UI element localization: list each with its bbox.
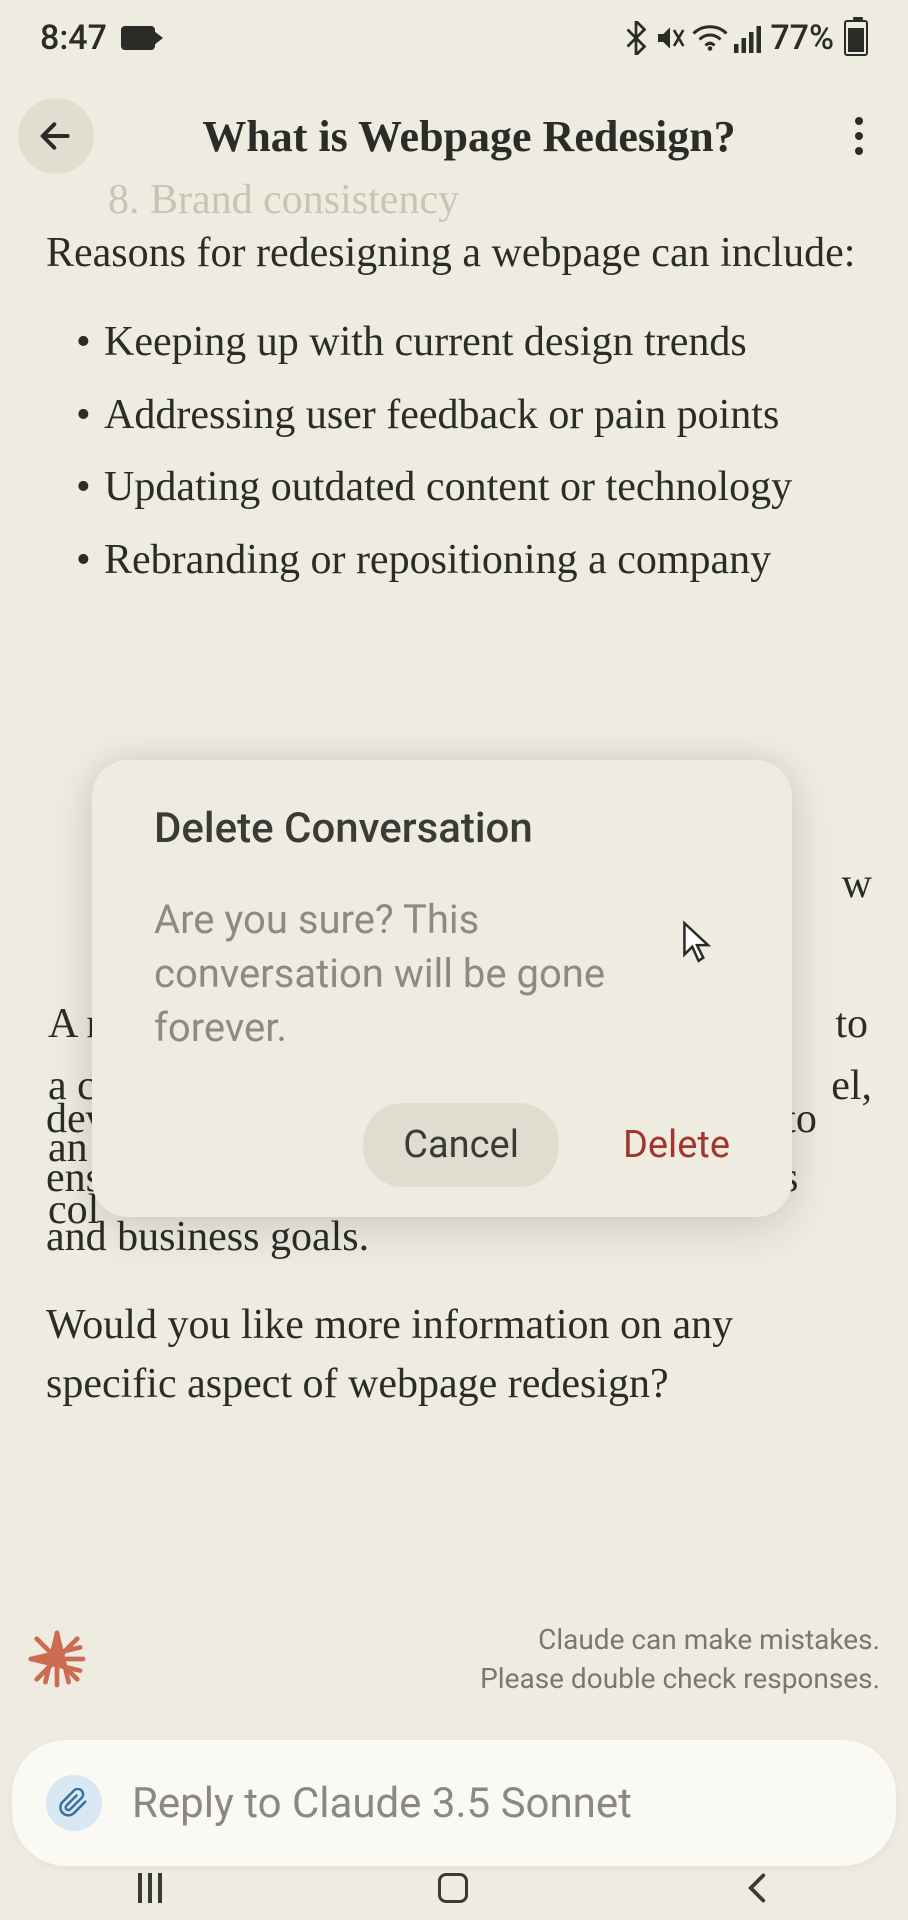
list-item: Updating outdated content or technology <box>76 458 862 517</box>
dialog-body: Are you sure? This conversation will be … <box>154 893 756 1055</box>
nav-recent-button[interactable] <box>138 1873 162 1903</box>
disclaimer-text: Claude can make mistakes. Please double … <box>480 1620 880 1698</box>
mute-icon <box>654 22 686 54</box>
bg-fragment: col <box>48 1186 99 1234</box>
back-button[interactable] <box>18 98 94 174</box>
reply-input-bar[interactable]: Reply to Claude 3.5 Sonnet <box>12 1740 896 1866</box>
wifi-icon <box>692 23 728 53</box>
content-question: Would you like more information on any s… <box>46 1296 862 1414</box>
delete-button[interactable]: Delete <box>597 1103 756 1187</box>
disclaimer-line: Claude can make mistakes. <box>480 1620 880 1659</box>
paperclip-icon <box>59 1788 89 1818</box>
delete-conversation-dialog: Delete Conversation Are you sure? This c… <box>92 760 792 1217</box>
nav-back-button[interactable] <box>744 1873 770 1903</box>
mouse-cursor-icon <box>680 920 714 964</box>
android-nav-bar <box>0 1856 908 1920</box>
bluetooth-icon <box>624 21 648 55</box>
cancel-button[interactable]: Cancel <box>363 1103 559 1187</box>
bg-fragment: to <box>835 1000 868 1048</box>
dialog-actions: Cancel Delete <box>154 1103 756 1187</box>
status-right: 77% <box>624 18 868 58</box>
dialog-title: Delete Conversation <box>154 804 756 853</box>
nav-home-button[interactable] <box>438 1873 468 1903</box>
signal-icon <box>734 23 764 53</box>
claude-logo-icon <box>28 1630 86 1688</box>
app-header: What is Webpage Redesign? <box>0 68 908 174</box>
page-title: What is Webpage Redesign? <box>94 111 844 162</box>
bg-fragment: w <box>842 860 872 908</box>
battery-icon <box>844 20 868 56</box>
status-time: 8:47 <box>40 18 107 58</box>
reply-placeholder: Reply to Claude 3.5 Sonnet <box>132 1779 632 1828</box>
bg-fragment: el, <box>831 1062 872 1110</box>
bg-fragment: a c <box>48 1062 96 1110</box>
disclaimer-line: Please double check responses. <box>480 1659 880 1698</box>
status-left: 8:47 <box>40 18 155 58</box>
list-item: Rebranding or repositioning a company <box>76 531 862 590</box>
arrow-left-icon <box>36 116 76 156</box>
content-intro: Reasons for redesigning a webpage can in… <box>46 224 862 283</box>
disclaimer-row: Claude can make mistakes. Please double … <box>28 1620 880 1698</box>
more-menu-button[interactable] <box>844 117 884 155</box>
list-item: Keeping up with current design trends <box>76 313 862 372</box>
content-bullet-list: Keeping up with current design trends Ad… <box>46 313 862 590</box>
bg-fragment: an <box>48 1124 88 1172</box>
status-bar: 8:47 77% <box>0 0 908 68</box>
attach-button[interactable] <box>46 1775 102 1831</box>
camera-icon <box>121 26 155 50</box>
battery-percent: 77% <box>770 18 834 58</box>
list-item: Addressing user feedback or pain points <box>76 386 862 445</box>
